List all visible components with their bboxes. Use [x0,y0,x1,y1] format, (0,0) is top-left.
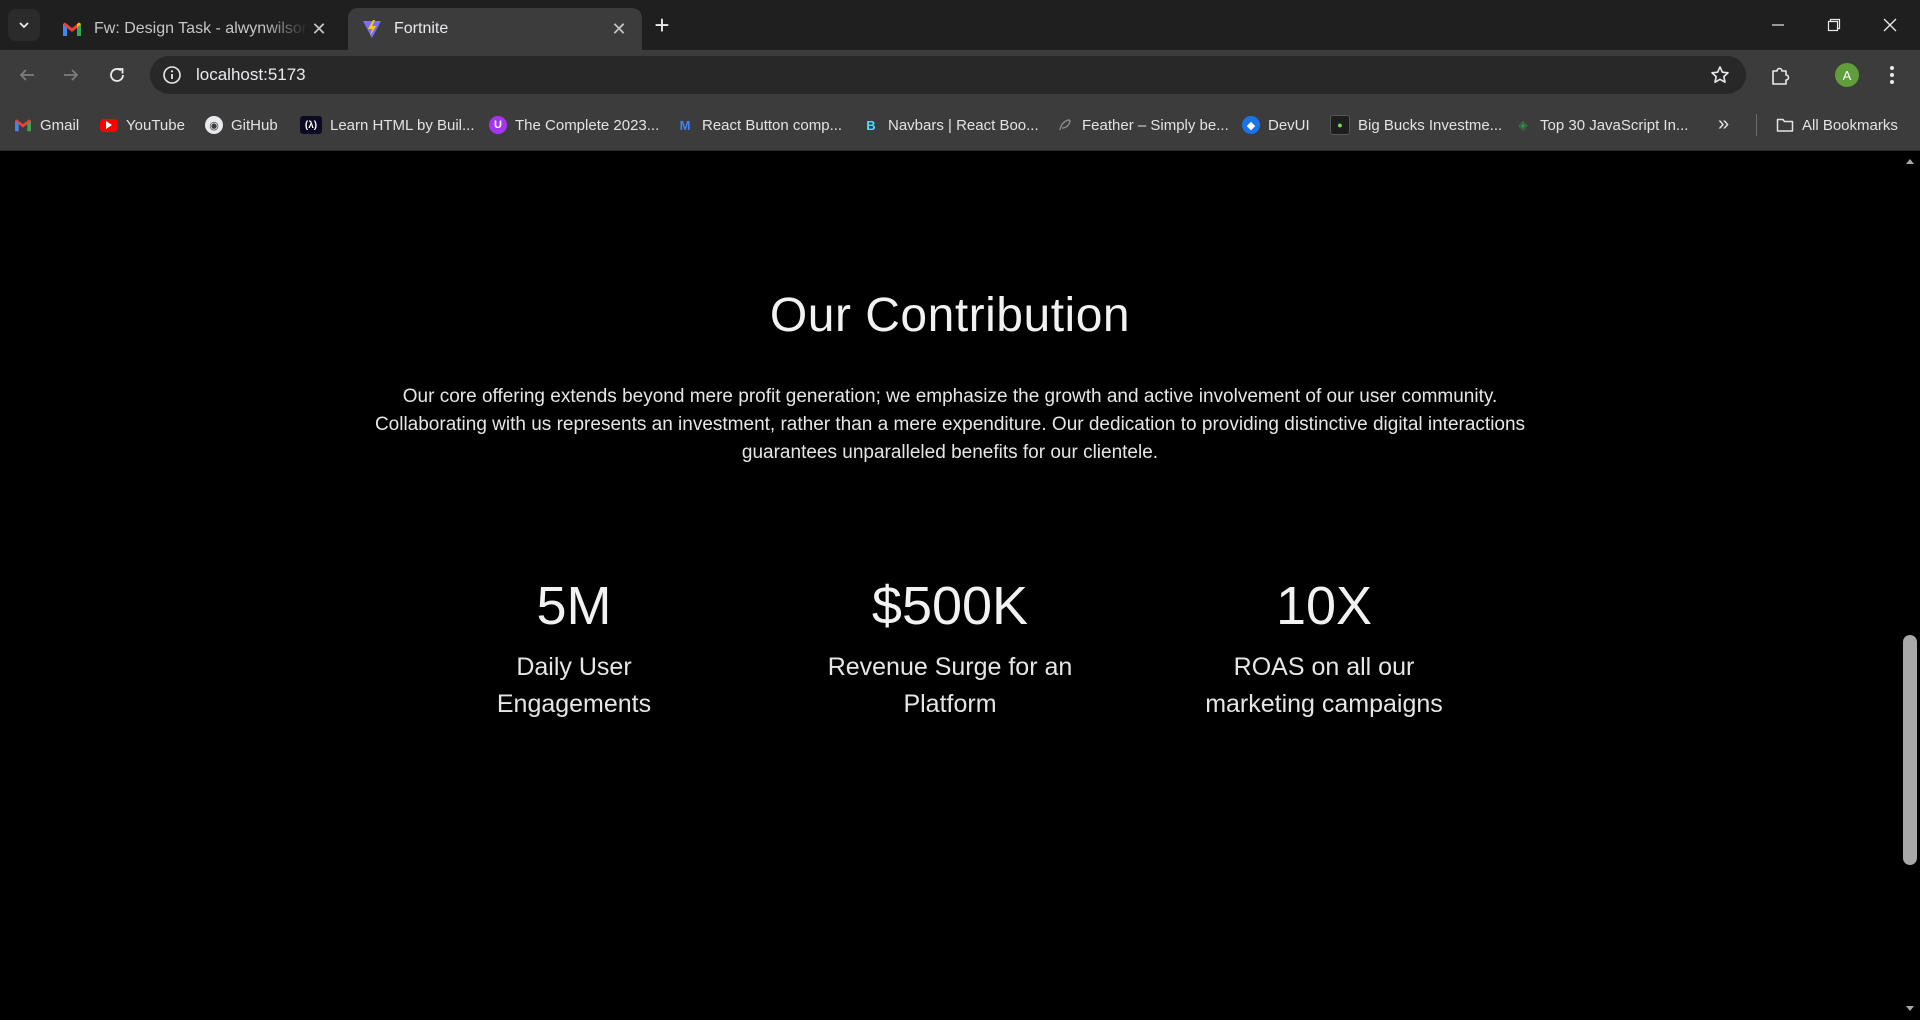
forward-button[interactable] [55,59,87,91]
tab-fortnite[interactable]: Fortnite ✕ [348,8,642,50]
reload-button[interactable] [101,59,133,91]
stat-daily-users: 5M Daily User Engagements [424,571,724,723]
bookmark-mui[interactable]: M React Button comp... [676,113,843,137]
feather-icon [1056,116,1074,134]
stat-label-line: Daily User [516,653,632,681]
bookmark-label: DevUI [1268,116,1310,134]
youtube-icon [100,118,118,132]
bookmark-react-bootstrap[interactable]: B Navbars | React Boo... [862,113,1039,137]
scroll-thumb[interactable] [1903,635,1917,865]
back-button[interactable] [11,59,43,91]
bookmark-label: The Complete 2023... [515,116,660,134]
bookmark-devui[interactable]: ◆ DevUI [1242,113,1310,137]
bookmark-label: Gmail [40,116,80,134]
bookmark-label: All Bookmarks [1802,116,1898,134]
bookmark-label: Navbars | React Boo... [888,116,1039,134]
close-icon[interactable]: ✕ [308,18,330,40]
forward-arrow-icon [64,69,79,81]
back-arrow-icon [19,69,34,81]
bookmark-github[interactable]: ◉ GitHub [205,113,278,137]
new-tab-button[interactable]: + [648,10,676,40]
bookmark-udemy[interactable]: U The Complete 2023... [489,113,659,137]
bookmark-freecodecamp[interactable]: (λ) Learn HTML by Buil... [300,113,475,137]
bookmark-star-icon[interactable] [1708,63,1732,87]
stat-revenue: $500K Revenue Surge for an Platform [800,571,1100,723]
scroll-up-arrow-icon[interactable] [1904,155,1916,167]
bookmarks-bar: Gmail YouTube ◉ GitHub (λ) Learn HTML by… [0,100,1920,151]
profile-avatar[interactable]: A [1835,63,1859,87]
bookmark-label: Big Bucks Investme... [1358,116,1503,134]
restore-button[interactable] [1806,0,1862,50]
bookmarks-divider [1756,114,1757,136]
devui-icon: ◆ [1242,116,1260,134]
browser-menu-button[interactable] [1880,63,1904,87]
tab-search-button[interactable] [8,9,40,41]
tab-title: Fw: Design Task - alwynwilson18 [94,20,308,37]
bookmark-label: Top 30 JavaScript In... [1540,116,1689,134]
page-content: Our Contribution Our core offering exten… [0,151,1900,1020]
bookmark-label: GitHub [231,116,278,134]
github-icon: ◉ [205,116,223,134]
more-vert-icon [1890,66,1894,84]
bookmark-feather[interactable]: Feather – Simply be... [1056,113,1229,137]
stat-value: 5M [536,576,612,636]
udemy-icon: U [489,116,507,134]
stat-label-line: Revenue Surge for an [827,653,1073,681]
bookmark-label: Feather – Simply be... [1082,116,1229,134]
stat-label-line: Engagements [496,690,652,718]
reload-icon [110,68,124,82]
site-info-icon[interactable] [160,63,184,87]
stat-label: Revenue Surge for an Platform [800,649,1100,723]
all-bookmarks-button[interactable]: All Bookmarks [1776,113,1898,137]
stat-label-line: marketing campaigns [1205,690,1443,718]
chevron-down-icon [19,22,29,29]
react-bootstrap-icon: B [866,117,876,133]
browser-toolbar: localhost:5173 A [0,50,1920,100]
vite-icon [362,19,382,39]
close-window-button[interactable] [1862,0,1918,50]
bookmark-label: YouTube [126,116,185,134]
bookmark-gmail[interactable]: Gmail [14,113,79,137]
stat-value: $500K [871,576,1029,636]
page-scrollbar[interactable] [1900,151,1920,1020]
gmail-icon [14,116,32,134]
restore-icon [1827,18,1841,32]
gmail-icon [62,19,82,39]
minimize-button[interactable] [1750,0,1806,50]
bookmark-bigbucks[interactable]: ● Big Bucks Investme... [1330,113,1502,137]
bookmark-youtube[interactable]: YouTube [100,113,185,137]
bigbucks-icon: ● [1330,115,1350,135]
tab-gmail[interactable]: Fw: Design Task - alwynwilson18 ✕ [48,8,342,50]
bookmark-label: React Button comp... [702,116,843,134]
extensions-button[interactable] [1768,62,1794,88]
address-bar[interactable]: localhost:5173 [150,56,1746,94]
url-text[interactable]: localhost:5173 [196,65,306,85]
minimize-icon [1772,24,1784,26]
scroll-down-arrow-icon[interactable] [1904,1003,1916,1015]
geeks-icon: ◈ [1518,118,1528,132]
stat-label-line: Platform [903,690,997,718]
tab-title: Fortnite [394,20,449,37]
stat-label-line: ROAS on all our [1233,653,1415,681]
close-icon[interactable]: ✕ [608,18,630,40]
stat-label: ROAS on all our marketing campaigns [1174,649,1474,723]
stat-label: Daily User Engagements [424,649,724,723]
bookmark-geeks[interactable]: ◈ Top 30 JavaScript In... [1514,113,1688,137]
puzzle-icon [1772,67,1790,85]
mui-icon: M [679,117,691,133]
stat-value: 10X [1275,576,1373,636]
section-heading: Our Contribution [769,289,1131,342]
close-icon [1883,18,1897,32]
freecodecamp-icon: (λ) [300,116,322,134]
bookmarks-overflow-button[interactable]: » [1718,113,1729,136]
tab-strip: Fw: Design Task - alwynwilson18 ✕ Fortni… [0,0,1920,50]
folder-icon [1776,116,1794,134]
bookmark-label: Learn HTML by Buil... [330,116,475,134]
stat-roas: 10X ROAS on all our marketing campaigns [1174,571,1474,723]
section-intro: Our core offering extends beyond mere pr… [374,386,1526,463]
